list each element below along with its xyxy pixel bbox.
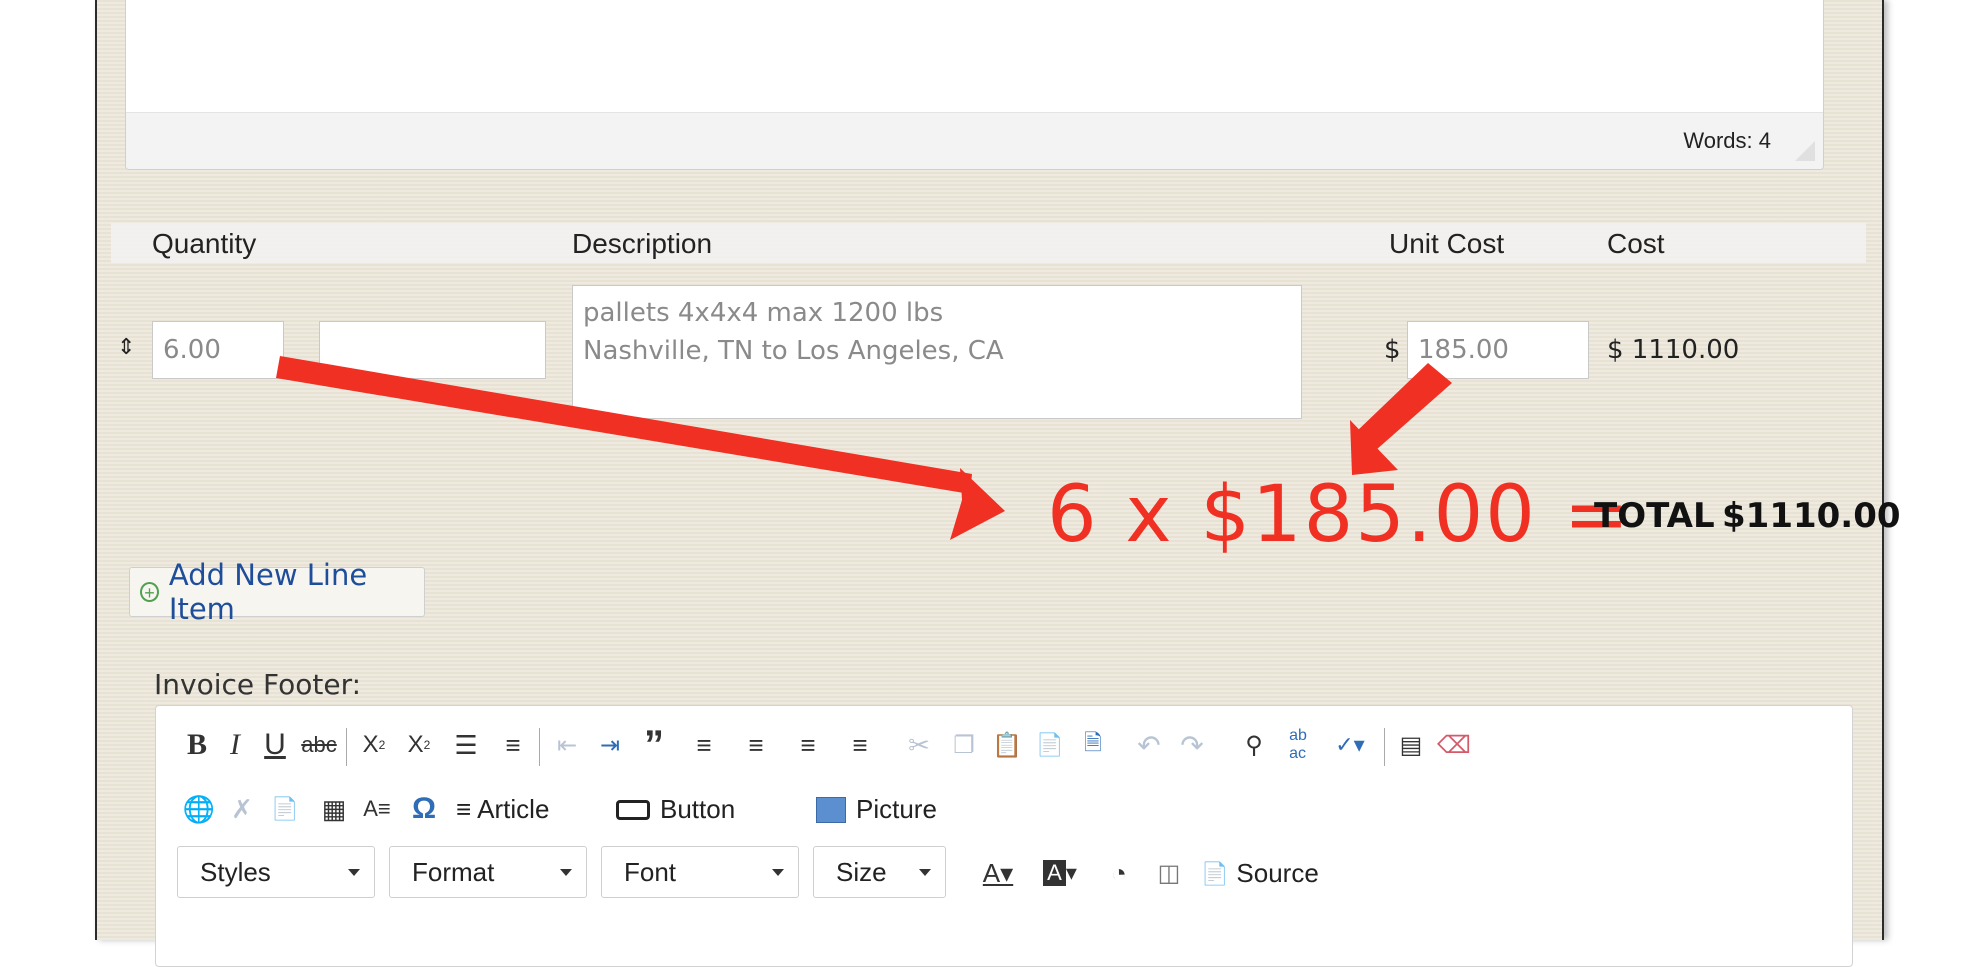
format-dropdown[interactable]: Format (389, 846, 587, 898)
superscript-icon[interactable]: X2 (401, 726, 437, 764)
font-dropdown[interactable]: Font (601, 846, 799, 898)
template-icon[interactable]: ▤ (1393, 726, 1429, 764)
maximize-icon[interactable]: ◔ (1101, 854, 1137, 892)
align-left-icon[interactable]: ≡ (686, 726, 722, 764)
picture-label: Picture (856, 794, 937, 824)
invoice-page: Words: 4 Quantity Description Unit Cost … (95, 0, 1901, 967)
add-circle-icon: + (140, 582, 159, 603)
text-color-icon[interactable]: A▾ (974, 854, 1022, 892)
annotation-total-label: TOTAL (1594, 496, 1715, 536)
quantity-input[interactable]: 6.00 (152, 321, 284, 379)
quantity-value: 6.00 (163, 335, 221, 365)
invoice-footer-label: Invoice Footer: (154, 668, 362, 701)
anchor-icon[interactable]: 📄 (267, 790, 303, 828)
header-unit-cost: Unit Cost (1389, 228, 1505, 259)
top-text-editor[interactable]: Words: 4 (125, 0, 1824, 170)
editor-status-bar: Words: 4 (126, 112, 1823, 169)
underline-icon[interactable]: U (259, 726, 291, 764)
add-line-item-button[interactable]: + Add New Line Item (129, 558, 425, 626)
paste-text-icon[interactable]: 📄 (1032, 726, 1068, 764)
bold-icon[interactable]: B (181, 726, 213, 764)
header-quantity: Quantity (152, 228, 257, 259)
decrease-indent-icon[interactable]: ⇤ (549, 726, 585, 764)
article-icon: ≡ (456, 794, 472, 824)
currency-symbol: $ (1384, 335, 1401, 365)
chevron-down-icon (772, 869, 784, 876)
align-right-icon[interactable]: ≡ (790, 726, 826, 764)
bg-color-icon[interactable]: A ▾ (1036, 854, 1084, 892)
size-label: Size (836, 856, 887, 887)
unit-cost-input[interactable]: 185.00 (1407, 321, 1589, 379)
description-line-1: pallets 4x4x4 max 1200 lbs (583, 298, 944, 328)
description-line-2: Nashville, TN to Los Angeles, CA (583, 336, 1004, 366)
chevron-down-icon (348, 869, 360, 876)
chevron-down-icon (560, 869, 572, 876)
drag-handle-icon[interactable]: ⇕ (117, 334, 135, 360)
subscript-icon[interactable]: X2 (356, 726, 392, 764)
header-cost: Cost (1607, 228, 1665, 259)
align-center-icon[interactable]: ≡ (738, 726, 774, 764)
line-cost: $ 1110.00 (1607, 335, 1740, 365)
description-textarea[interactable]: pallets 4x4x4 max 1200 lbs Nashville, TN… (572, 285, 1302, 419)
unit-cost-value: 185.00 (1418, 335, 1509, 365)
article-button[interactable]: ≡ Article (456, 794, 549, 825)
redo-icon[interactable]: ↷ (1174, 726, 1210, 764)
footer-editor: B I U abc X2 X2 ☰ ≡ ⇤ ⇥ ” ≡ ≡ ≡ ≡ ✂ ❐ 📋 … (155, 705, 1853, 967)
resize-handle-icon[interactable] (1795, 141, 1815, 161)
find-icon[interactable]: ⚲ (1236, 726, 1272, 764)
table-icon[interactable]: ▦ (316, 790, 352, 828)
paste-icon[interactable]: 📋 (989, 726, 1025, 764)
font-label: Font (624, 856, 677, 887)
spellcheck-icon[interactable]: ✓▾ (1326, 726, 1374, 764)
styles-label: Styles (200, 856, 271, 887)
button-label: Button (660, 794, 736, 824)
source-label: Source (1236, 858, 1319, 888)
paste-word-icon[interactable]: 🗎 (1075, 726, 1111, 764)
horizontal-rule-icon[interactable]: A≡ (359, 790, 395, 828)
cut-icon[interactable]: ✂ (901, 726, 937, 764)
bulleted-list-icon[interactable]: ≡ (493, 726, 533, 764)
copy-icon[interactable]: ❐ (946, 726, 982, 764)
link-icon[interactable]: 🌐 (181, 790, 217, 828)
styles-dropdown[interactable]: Styles (177, 846, 375, 898)
format-label: Format (412, 856, 495, 887)
insert-button-button[interactable]: Button (616, 794, 735, 825)
chevron-down-icon (919, 869, 931, 876)
header-description: Description (572, 228, 713, 259)
word-count: Words: 4 (1683, 128, 1771, 153)
unlink-icon[interactable]: ✗ (224, 790, 260, 828)
picture-icon (816, 796, 846, 823)
annotation-formula: 6 x $185.00 = (1047, 470, 1632, 560)
undo-icon[interactable]: ↶ (1131, 726, 1167, 764)
italic-icon[interactable]: I (219, 726, 251, 764)
show-blocks-icon[interactable]: ◫ (1151, 854, 1187, 892)
increase-indent-icon[interactable]: ⇥ (592, 726, 628, 764)
annotation-total-value: $1110.00 (1722, 496, 1901, 536)
remove-format-icon[interactable]: ⌫ (1436, 726, 1472, 764)
special-char-icon[interactable]: Ω (406, 790, 442, 828)
add-line-item-label: Add New Line Item (168, 558, 368, 626)
replace-icon[interactable]: ab ac (1279, 726, 1317, 764)
button-icon (616, 799, 650, 820)
size-dropdown[interactable]: Size (813, 846, 946, 898)
line-items-header (111, 223, 1866, 263)
picture-button[interactable]: Picture (816, 794, 937, 825)
justify-icon[interactable]: ≡ (842, 726, 878, 764)
numbered-list-icon[interactable]: ☰ (446, 726, 486, 764)
unit-input[interactable] (319, 321, 546, 379)
source-button[interactable]: 📄 Source (1201, 858, 1319, 889)
source-icon: 📄 (1201, 860, 1229, 886)
article-label: Article (477, 794, 550, 824)
strikethrough-icon[interactable]: abc (299, 726, 339, 764)
blockquote-icon[interactable]: ” (636, 723, 672, 767)
